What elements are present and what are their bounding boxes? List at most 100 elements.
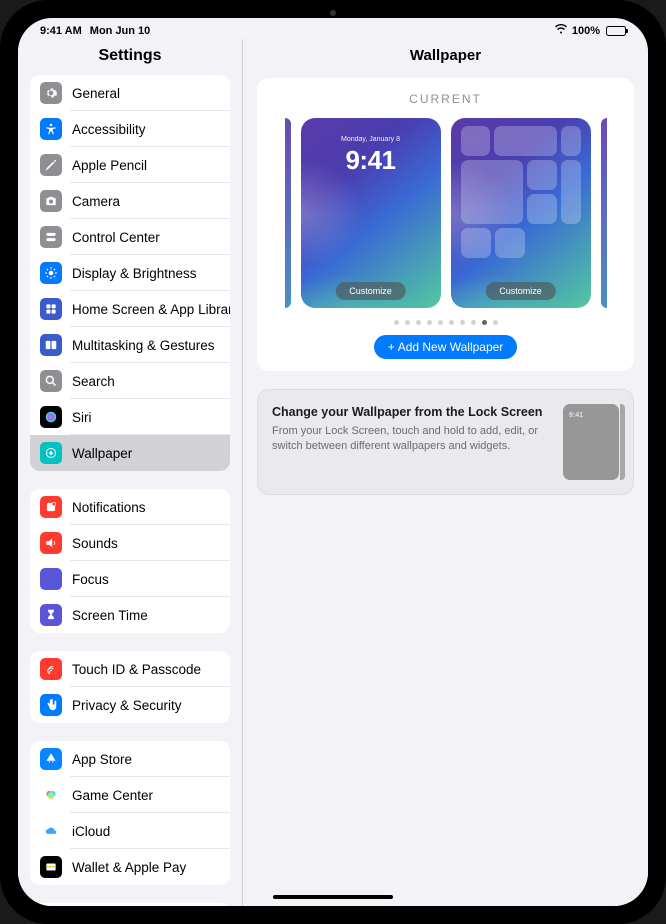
page-indicator[interactable] bbox=[267, 320, 624, 325]
lock-date: Monday, January 8 bbox=[341, 136, 400, 143]
lock-time: 9:41 bbox=[341, 145, 400, 176]
grid-icon bbox=[40, 298, 62, 320]
wallpaper-icon bbox=[40, 442, 62, 464]
hand-icon bbox=[40, 694, 62, 716]
preview-peek-left[interactable] bbox=[285, 118, 291, 308]
customize-lock-button[interactable]: Customize bbox=[335, 282, 406, 300]
sidebar-item-icloud[interactable]: iCloud bbox=[30, 813, 230, 849]
page-dot[interactable] bbox=[427, 320, 432, 325]
sidebar-item-label: Camera bbox=[72, 194, 120, 209]
toggles-icon bbox=[40, 226, 62, 248]
sidebar-item-display-brightness[interactable]: Display & Brightness bbox=[30, 255, 230, 291]
sidebar-item-control-center[interactable]: Control Center bbox=[30, 219, 230, 255]
sidebar-item-accessibility[interactable]: Accessibility bbox=[30, 111, 230, 147]
sidebar-item-touch-id-passcode[interactable]: Touch ID & Passcode bbox=[30, 651, 230, 687]
sidebar-item-label: App Store bbox=[72, 752, 132, 767]
sidebar-item-wallpaper[interactable]: Wallpaper bbox=[30, 435, 230, 471]
lock-screen-preview[interactable]: Monday, January 8 9:41 Customize bbox=[301, 118, 441, 308]
page-dot[interactable] bbox=[394, 320, 399, 325]
page-dot[interactable] bbox=[493, 320, 498, 325]
fingerprint-icon bbox=[40, 658, 62, 680]
customize-home-button[interactable]: Customize bbox=[485, 282, 556, 300]
sidebar-item-label: Home Screen & App Library bbox=[72, 302, 230, 317]
plus-icon: + bbox=[388, 340, 395, 354]
sidebar-item-label: Wallet & Apple Pay bbox=[72, 860, 186, 875]
sidebar-item-camera[interactable]: Camera bbox=[30, 183, 230, 219]
pencil-icon bbox=[40, 154, 62, 176]
sidebar-item-home-screen-app-library[interactable]: Home Screen & App Library bbox=[30, 291, 230, 327]
sidebar-item-label: Search bbox=[72, 374, 115, 389]
appstore-icon bbox=[40, 748, 62, 770]
sidebar-item-label: Focus bbox=[72, 572, 109, 587]
status-bar: 9:41 AM Mon Jun 10 100% bbox=[18, 18, 648, 39]
sidebar-item-general[interactable]: General bbox=[30, 75, 230, 111]
sidebar-item-app-store[interactable]: App Store bbox=[30, 741, 230, 777]
search-icon bbox=[40, 370, 62, 392]
sidebar-item-label: Sounds bbox=[72, 536, 118, 551]
sidebar-item-multitasking-gestures[interactable]: Multitasking & Gestures bbox=[30, 327, 230, 363]
camera-icon bbox=[40, 190, 62, 212]
sidebar-item-label: Touch ID & Passcode bbox=[72, 662, 201, 677]
accessibility-icon bbox=[40, 118, 62, 140]
sidebar-item-label: Accessibility bbox=[72, 122, 146, 137]
page-dot[interactable] bbox=[438, 320, 443, 325]
gamecenter-icon bbox=[40, 784, 62, 806]
page-dot[interactable] bbox=[471, 320, 476, 325]
sidebar-item-game-center[interactable]: Game Center bbox=[30, 777, 230, 813]
tip-thumbnail: 9:41 bbox=[563, 404, 619, 480]
sidebar-item-sounds[interactable]: Sounds bbox=[30, 525, 230, 561]
gear-icon bbox=[40, 82, 62, 104]
tip-body: From your Lock Screen, touch and hold to… bbox=[272, 424, 549, 454]
sidebar-item-label: Control Center bbox=[72, 230, 160, 245]
home-screen-preview[interactable]: Customize bbox=[451, 118, 591, 308]
current-wallpaper-card: CURRENT Monday, January 8 9:41 Customize bbox=[257, 78, 634, 371]
settings-sidebar: Settings General Accessibility Apple Penci… bbox=[18, 39, 243, 906]
current-label: CURRENT bbox=[267, 92, 624, 106]
sidebar-item-label: Multitasking & Gestures bbox=[72, 338, 215, 353]
sidebar-title: Settings bbox=[18, 39, 242, 75]
battery-icon bbox=[606, 26, 626, 36]
multitask-icon bbox=[40, 334, 62, 356]
sidebar-item-label: General bbox=[72, 86, 120, 101]
speaker-icon bbox=[40, 532, 62, 554]
sidebar-item-label: Display & Brightness bbox=[72, 266, 197, 281]
moon-icon bbox=[40, 568, 62, 590]
sidebar-item-notifications[interactable]: Notifications bbox=[30, 489, 230, 525]
sidebar-item-wallet-apple-pay[interactable]: Wallet & Apple Pay bbox=[30, 849, 230, 885]
sidebar-item-label: iCloud bbox=[72, 824, 110, 839]
page-dot[interactable] bbox=[482, 320, 487, 325]
preview-peek-right[interactable] bbox=[601, 118, 607, 308]
status-date: Mon Jun 10 bbox=[90, 25, 151, 37]
add-new-wallpaper-button[interactable]: + Add New Wallpaper bbox=[374, 335, 518, 359]
sidebar-item-focus[interactable]: Focus bbox=[30, 561, 230, 597]
sidebar-item-label: Privacy & Security bbox=[72, 698, 182, 713]
page-dot[interactable] bbox=[449, 320, 454, 325]
brightness-icon bbox=[40, 262, 62, 284]
sidebar-item-privacy-security[interactable]: Privacy & Security bbox=[30, 687, 230, 723]
siri-icon bbox=[40, 406, 62, 428]
panel-title: Wallpaper bbox=[243, 39, 648, 78]
home-indicator[interactable] bbox=[273, 895, 393, 899]
status-time: 9:41 AM bbox=[40, 25, 82, 37]
page-dot[interactable] bbox=[405, 320, 410, 325]
sidebar-item-screen-time[interactable]: Screen Time bbox=[30, 597, 230, 633]
sidebar-item-label: Notifications bbox=[72, 500, 146, 515]
sidebar-item-apps[interactable]: Apps bbox=[30, 903, 230, 906]
sidebar-item-search[interactable]: Search bbox=[30, 363, 230, 399]
bell-icon bbox=[40, 496, 62, 518]
wifi-icon bbox=[554, 24, 568, 37]
sidebar-item-apple-pencil[interactable]: Apple Pencil bbox=[30, 147, 230, 183]
page-dot[interactable] bbox=[460, 320, 465, 325]
page-dot[interactable] bbox=[416, 320, 421, 325]
sidebar-item-label: Wallpaper bbox=[72, 446, 132, 461]
wallet-icon bbox=[40, 856, 62, 878]
sidebar-item-label: Game Center bbox=[72, 788, 153, 803]
sidebar-item-siri[interactable]: Siri bbox=[30, 399, 230, 435]
sidebar-item-label: Apple Pencil bbox=[72, 158, 147, 173]
sidebar-item-label: Siri bbox=[72, 410, 92, 425]
sidebar-item-label: Screen Time bbox=[72, 608, 148, 623]
lock-screen-tip-card: Change your Wallpaper from the Lock Scre… bbox=[257, 389, 634, 495]
tip-heading: Change your Wallpaper from the Lock Scre… bbox=[272, 404, 549, 420]
battery-percent: 100% bbox=[572, 25, 600, 37]
icloud-icon bbox=[40, 820, 62, 842]
